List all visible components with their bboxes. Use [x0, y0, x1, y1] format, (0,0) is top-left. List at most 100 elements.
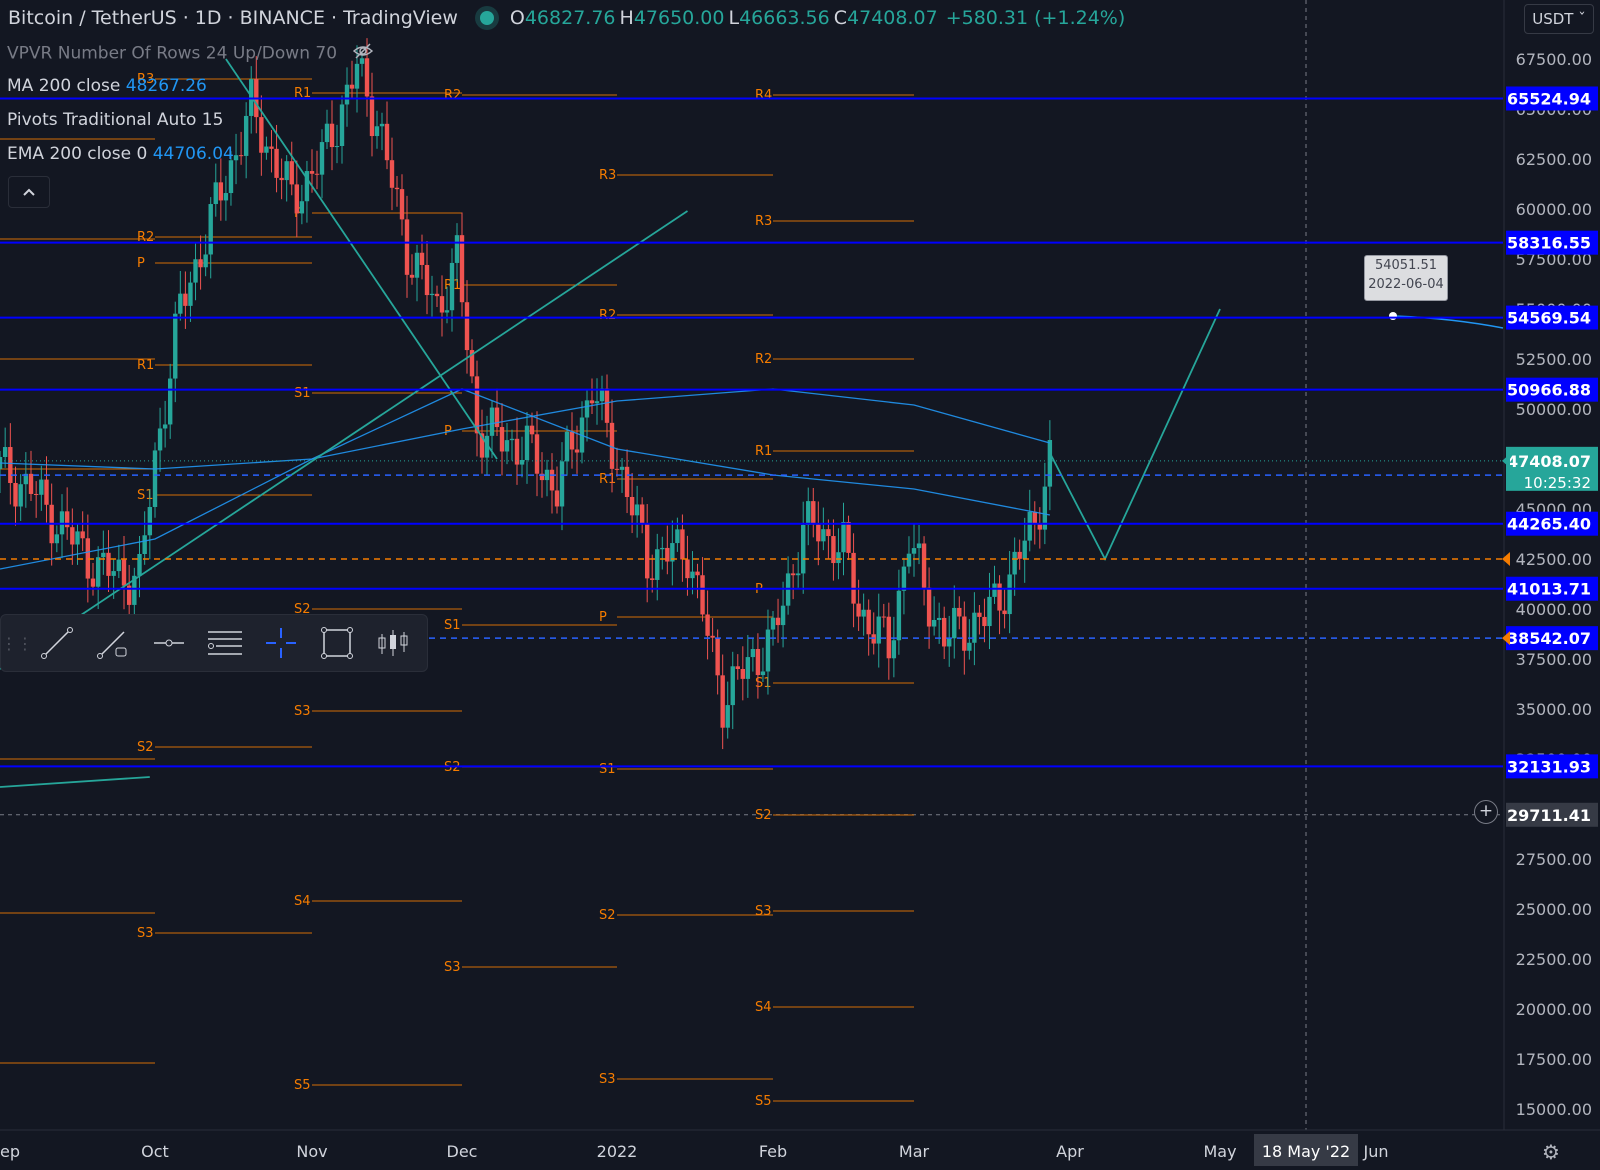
candle-body	[891, 640, 897, 659]
price-tick-label: 52500.00	[1516, 350, 1592, 369]
currency-selector[interactable]: USDT ˇ	[1524, 4, 1594, 34]
candle-body	[896, 590, 902, 641]
level-price-tag: 50966.88	[1507, 381, 1591, 400]
candle-body	[705, 614, 710, 636]
last-price-countdown: 10:25:32	[1524, 474, 1591, 492]
candle-body	[339, 104, 345, 146]
candle-body	[44, 479, 49, 505]
pivot-label-s3: S3	[599, 1072, 616, 1087]
candle-body	[534, 434, 540, 474]
grip-icon[interactable]: ⋮⋮	[1, 634, 33, 653]
candles-icon	[378, 630, 408, 656]
level-price-tag: 41013.71	[1507, 580, 1591, 599]
candle-body	[349, 84, 355, 89]
pivot-label-s5: S5	[755, 1094, 772, 1109]
candle-body	[137, 553, 142, 576]
candle-body	[294, 184, 300, 214]
chart-canvas[interactable]: R3R2R1PS2S3S4R3R2R1PS1S2S3R1PS1S2S3S4S5R…	[0, 0, 1600, 1170]
candle-body	[309, 171, 315, 174]
candle-body	[886, 616, 892, 659]
candle-body	[629, 497, 635, 516]
candle-body	[584, 400, 590, 418]
candle-body	[178, 293, 183, 314]
candle-body	[233, 155, 239, 161]
pivot-label-r2: R2	[755, 352, 772, 367]
pivot-label-p: P	[599, 610, 607, 625]
indicator-pivots[interactable]: Pivots Traditional Auto 15	[7, 110, 223, 130]
pivot-label-s3: S3	[137, 926, 154, 941]
candle-body	[39, 479, 44, 495]
horizontal-ray-tool[interactable]	[141, 615, 197, 671]
candle-body	[921, 543, 927, 588]
candle-body	[70, 527, 75, 545]
candle-body	[193, 259, 198, 283]
time-tick-label: ep	[0, 1142, 20, 1161]
plus-icon[interactable]: +	[1474, 800, 1498, 824]
indicator-ema[interactable]: EMA 200 close 0 44706.04	[7, 144, 234, 164]
collapse-legend-button[interactable]	[8, 176, 50, 208]
ray-tool[interactable]	[85, 615, 141, 671]
pivot-label-s2: S2	[137, 740, 154, 755]
candle-body	[344, 84, 350, 105]
time-tick-label: Oct	[141, 1142, 169, 1161]
candle-body	[384, 123, 390, 161]
candle-body	[75, 531, 80, 545]
candle-body	[494, 407, 500, 428]
candle-body	[379, 123, 385, 127]
price-tick-label: 37500.00	[1516, 650, 1592, 669]
candle-body	[760, 671, 766, 676]
candle-body	[755, 649, 761, 676]
candle-body	[770, 617, 776, 630]
candle-body	[33, 493, 39, 495]
level-price-tag: 65524.94	[1507, 90, 1591, 109]
gear-icon[interactable]: ⚙	[1542, 1140, 1560, 1164]
trend-line-icon	[41, 627, 73, 659]
candle-body	[644, 524, 650, 579]
candle-body	[284, 161, 289, 181]
candle-body	[871, 634, 876, 644]
candle-body	[319, 142, 325, 175]
rectangle-tool[interactable]	[309, 615, 365, 671]
candle-body	[861, 609, 866, 617]
candle-body	[660, 547, 665, 550]
price-tick-label: 27500.00	[1516, 850, 1592, 869]
trend-line-tool[interactable]	[29, 615, 85, 671]
candle-body	[116, 559, 122, 572]
price-tick-label: 42500.00	[1516, 550, 1592, 569]
time-tick-label: Feb	[759, 1142, 787, 1161]
price-tooltip: 54051.51 2022-06-04	[1364, 255, 1448, 301]
candle-body	[941, 617, 947, 647]
candle-body	[264, 146, 269, 153]
price-tick-label: 50000.00	[1516, 400, 1592, 419]
candle-body	[464, 302, 470, 351]
candle-body	[147, 506, 153, 536]
candle-body	[414, 252, 420, 278]
candle-body	[851, 552, 856, 604]
candle-body	[876, 616, 881, 644]
pivot-label-s1: S1	[137, 488, 154, 503]
pivot-label-r2: R2	[444, 88, 461, 103]
last-price-tag: 47408.07	[1507, 452, 1591, 471]
candle-body	[957, 607, 962, 617]
candle-body	[444, 310, 450, 313]
candle-body	[54, 534, 60, 544]
fib-tool[interactable]	[197, 615, 253, 671]
candle-body	[554, 490, 560, 507]
candle-body	[801, 524, 806, 574]
candles-tool[interactable]	[365, 615, 421, 671]
candle-body	[700, 575, 705, 615]
indicator-ma[interactable]: MA 200 close 48267.26	[7, 76, 207, 96]
crosshair-tool[interactable]	[253, 615, 309, 671]
eye-off-icon[interactable]	[352, 42, 374, 65]
candle-body	[404, 219, 410, 275]
pivot-label-s3: S3	[444, 960, 461, 975]
candle-body	[8, 447, 13, 483]
symbol-header: Bitcoin / TetherUS · 1D · BINANCE · Trad…	[8, 7, 1126, 29]
candle-body	[279, 177, 284, 181]
indicator-vpvr[interactable]: VPVR Number Of Rows 24 Up/Down 70	[7, 42, 374, 65]
candle-body	[926, 587, 932, 627]
symbol-title[interactable]: Bitcoin / TetherUS · 1D · BINANCE · Trad…	[8, 7, 458, 29]
candle-body	[987, 596, 992, 627]
candle-body	[394, 187, 400, 190]
candle-body	[780, 605, 786, 626]
